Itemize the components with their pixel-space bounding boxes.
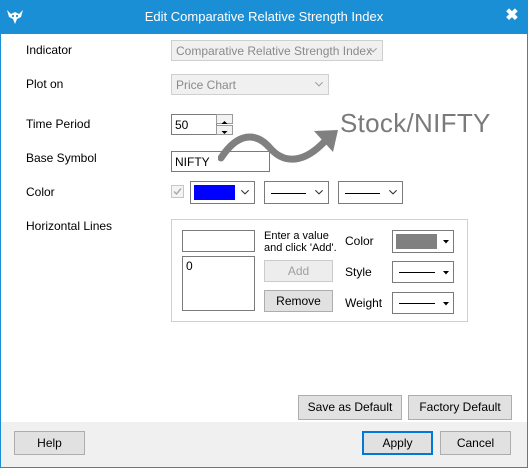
line-weight-preview bbox=[345, 192, 380, 194]
chevron-down-icon bbox=[388, 189, 398, 195]
plot-on-value: Price Chart bbox=[176, 78, 237, 92]
hint-line-2: and click 'Add'. bbox=[264, 242, 337, 254]
hline-weight-label: Weight bbox=[345, 296, 383, 310]
factory-default-button[interactable]: Factory Default bbox=[408, 395, 512, 420]
remove-button[interactable]: Remove bbox=[264, 290, 333, 312]
arrow-down-icon bbox=[443, 271, 449, 275]
hline-color-label: Color bbox=[345, 234, 374, 248]
time-period-label: Time Period bbox=[26, 117, 91, 131]
list-item[interactable]: 0 bbox=[183, 257, 254, 273]
indicator-select: Comparative Relative Strength Index bbox=[171, 40, 383, 61]
plot-on-label: Plot on bbox=[26, 77, 64, 91]
hline-list[interactable]: 0 bbox=[182, 256, 255, 311]
checkmark-icon bbox=[173, 188, 182, 196]
chevron-down-icon bbox=[314, 189, 324, 195]
arrow-down-icon bbox=[443, 302, 449, 306]
add-button[interactable]: Add bbox=[264, 260, 333, 282]
hline-value-input[interactable] bbox=[182, 230, 255, 252]
base-symbol-label: Base Symbol bbox=[26, 151, 97, 165]
hline-style-preview bbox=[399, 272, 435, 273]
hline-style-select[interactable] bbox=[392, 261, 454, 283]
hline-weight-select[interactable] bbox=[392, 292, 454, 314]
apply-button[interactable]: Apply bbox=[362, 431, 433, 455]
color-swatch bbox=[194, 185, 235, 200]
chevron-down-icon bbox=[240, 189, 250, 195]
line-style-preview bbox=[271, 192, 306, 194]
hint-line-1: Enter a value bbox=[264, 230, 329, 242]
close-icon[interactable]: ✖ bbox=[496, 0, 528, 34]
hline-style-label: Style bbox=[345, 265, 372, 279]
help-button[interactable]: Help bbox=[14, 431, 85, 455]
arrow-down-icon bbox=[443, 240, 449, 244]
cancel-button[interactable]: Cancel bbox=[440, 431, 511, 455]
save-as-default-button[interactable]: Save as Default bbox=[298, 395, 402, 420]
hline-color-picker[interactable] bbox=[392, 230, 454, 253]
hline-color-swatch bbox=[396, 234, 437, 249]
window-title: Edit Comparative Relative Strength Index bbox=[144, 9, 384, 24]
plot-on-select: Price Chart bbox=[171, 74, 329, 95]
indicator-value: Comparative Relative Strength Index bbox=[176, 44, 373, 58]
color-picker[interactable] bbox=[190, 181, 255, 204]
indicator-label: Indicator bbox=[26, 43, 73, 57]
chevron-down-icon bbox=[368, 47, 378, 53]
line-style-select[interactable] bbox=[264, 181, 329, 204]
comparison-label: Stock/NIFTY bbox=[340, 108, 491, 138]
hline-hint: Enter a value and click 'Add'. bbox=[264, 230, 337, 254]
step-up-button[interactable] bbox=[216, 114, 233, 124]
line-weight-select[interactable] bbox=[338, 181, 403, 204]
horizontal-lines-label: Horizontal Lines bbox=[26, 219, 113, 233]
time-period-input[interactable]: 50 bbox=[171, 114, 217, 135]
chevron-down-icon bbox=[314, 81, 324, 87]
color-label: Color bbox=[26, 185, 55, 199]
color-checkbox[interactable] bbox=[171, 185, 184, 198]
hline-weight-preview bbox=[399, 303, 435, 304]
comparison-arrow-icon bbox=[218, 130, 338, 163]
